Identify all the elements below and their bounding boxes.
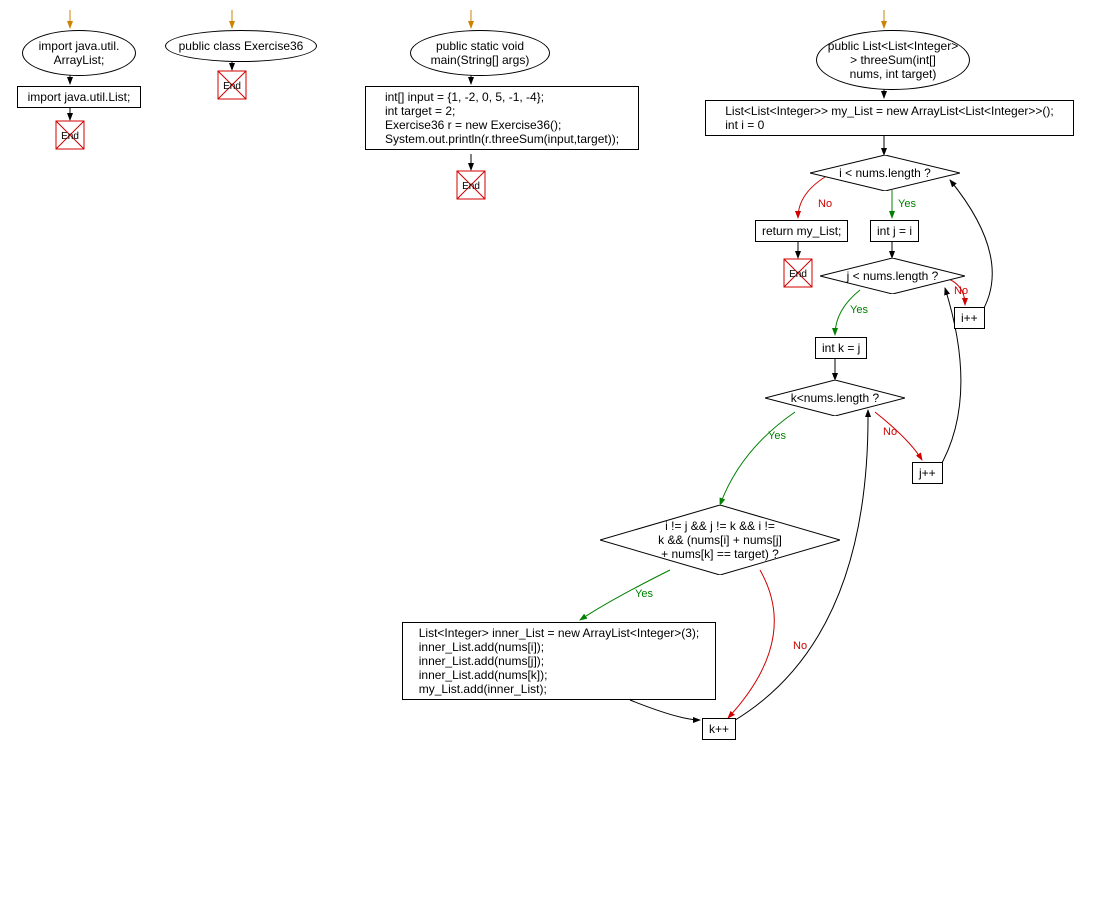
cond-j-diamond: j < nums.length ? bbox=[820, 258, 965, 294]
inc-k-rect: k++ bbox=[702, 718, 736, 740]
init-j-rect: int j = i bbox=[870, 220, 919, 242]
end-box-3: End bbox=[456, 170, 486, 200]
yes-label-inner: Yes bbox=[635, 588, 653, 600]
init-k-rect: int k = j bbox=[815, 337, 867, 359]
svg-text:End: End bbox=[223, 81, 241, 92]
cond-i-diamond: i < nums.length ? bbox=[810, 155, 960, 191]
no-label: No bbox=[818, 198, 832, 210]
main-ellipse: public static void main(String[] args) bbox=[410, 30, 550, 76]
svg-text:End: End bbox=[789, 269, 807, 280]
end-box-4: End bbox=[783, 258, 813, 288]
svg-text:End: End bbox=[462, 181, 480, 192]
threesum-init-rect: List<List<Integer>> my_List = new ArrayL… bbox=[705, 100, 1074, 136]
yes-label: Yes bbox=[898, 198, 916, 210]
no-label-k: No bbox=[883, 426, 897, 438]
no-label-inner: No bbox=[793, 640, 807, 652]
svg-text:End: End bbox=[61, 131, 79, 142]
inc-j-rect: j++ bbox=[912, 462, 943, 484]
import-ellipse: import java.util. ArrayList; bbox=[22, 30, 136, 76]
yes-label-k: Yes bbox=[768, 430, 786, 442]
yes-label-j: Yes bbox=[850, 304, 868, 316]
no-label-j: No bbox=[954, 285, 968, 297]
threesum-ellipse: public List<List<Integer> > threeSum(int… bbox=[816, 30, 970, 90]
class-ellipse: public class Exercise36 bbox=[165, 30, 317, 62]
return-mylist-rect: return my_List; bbox=[755, 220, 848, 242]
inner-block-rect: List<Integer> inner_List = new ArrayList… bbox=[402, 622, 716, 700]
cond-inner-diamond: i != j && j != k && i != k && (nums[i] +… bbox=[600, 505, 840, 575]
main-body-rect: int[] input = {1, -2, 0, 5, -1, -4}; int… bbox=[365, 86, 639, 150]
end-box-1: End bbox=[55, 120, 85, 150]
inc-i-rect: i++ bbox=[954, 307, 985, 329]
cond-k-diamond: k<nums.length ? bbox=[765, 380, 905, 416]
end-box-2: End bbox=[217, 70, 247, 100]
import-list-rect: import java.util.List; bbox=[17, 86, 141, 108]
